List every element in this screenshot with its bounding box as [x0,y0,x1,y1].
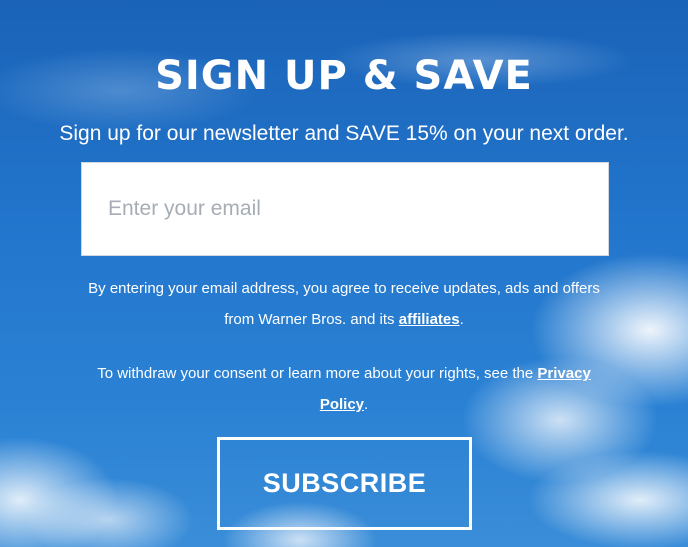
subscribe-button[interactable]: SUBSCRIBE [217,437,472,530]
newsletter-signup-panel: SIGN UP & SAVE Sign up for our newslette… [0,0,688,547]
withdraw-notice: To withdraw your consent or learn more a… [84,358,604,420]
signup-title: SIGN UP & SAVE [155,53,533,99]
consent-notice: By entering your email address, you agre… [84,273,604,335]
signup-content: SIGN UP & SAVE Sign up for our newslette… [0,0,688,547]
signup-subtitle: Sign up for our newsletter and SAVE 15% … [59,122,629,145]
affiliates-link[interactable]: affiliates [399,311,460,328]
consent-text-end: . [459,311,464,328]
consent-text: By entering your email address, you agre… [88,280,600,328]
withdraw-text-end: . [364,396,369,413]
withdraw-text: To withdraw your consent or learn more a… [97,365,538,382]
email-input[interactable] [82,163,608,255]
email-field-container[interactable] [81,162,609,256]
